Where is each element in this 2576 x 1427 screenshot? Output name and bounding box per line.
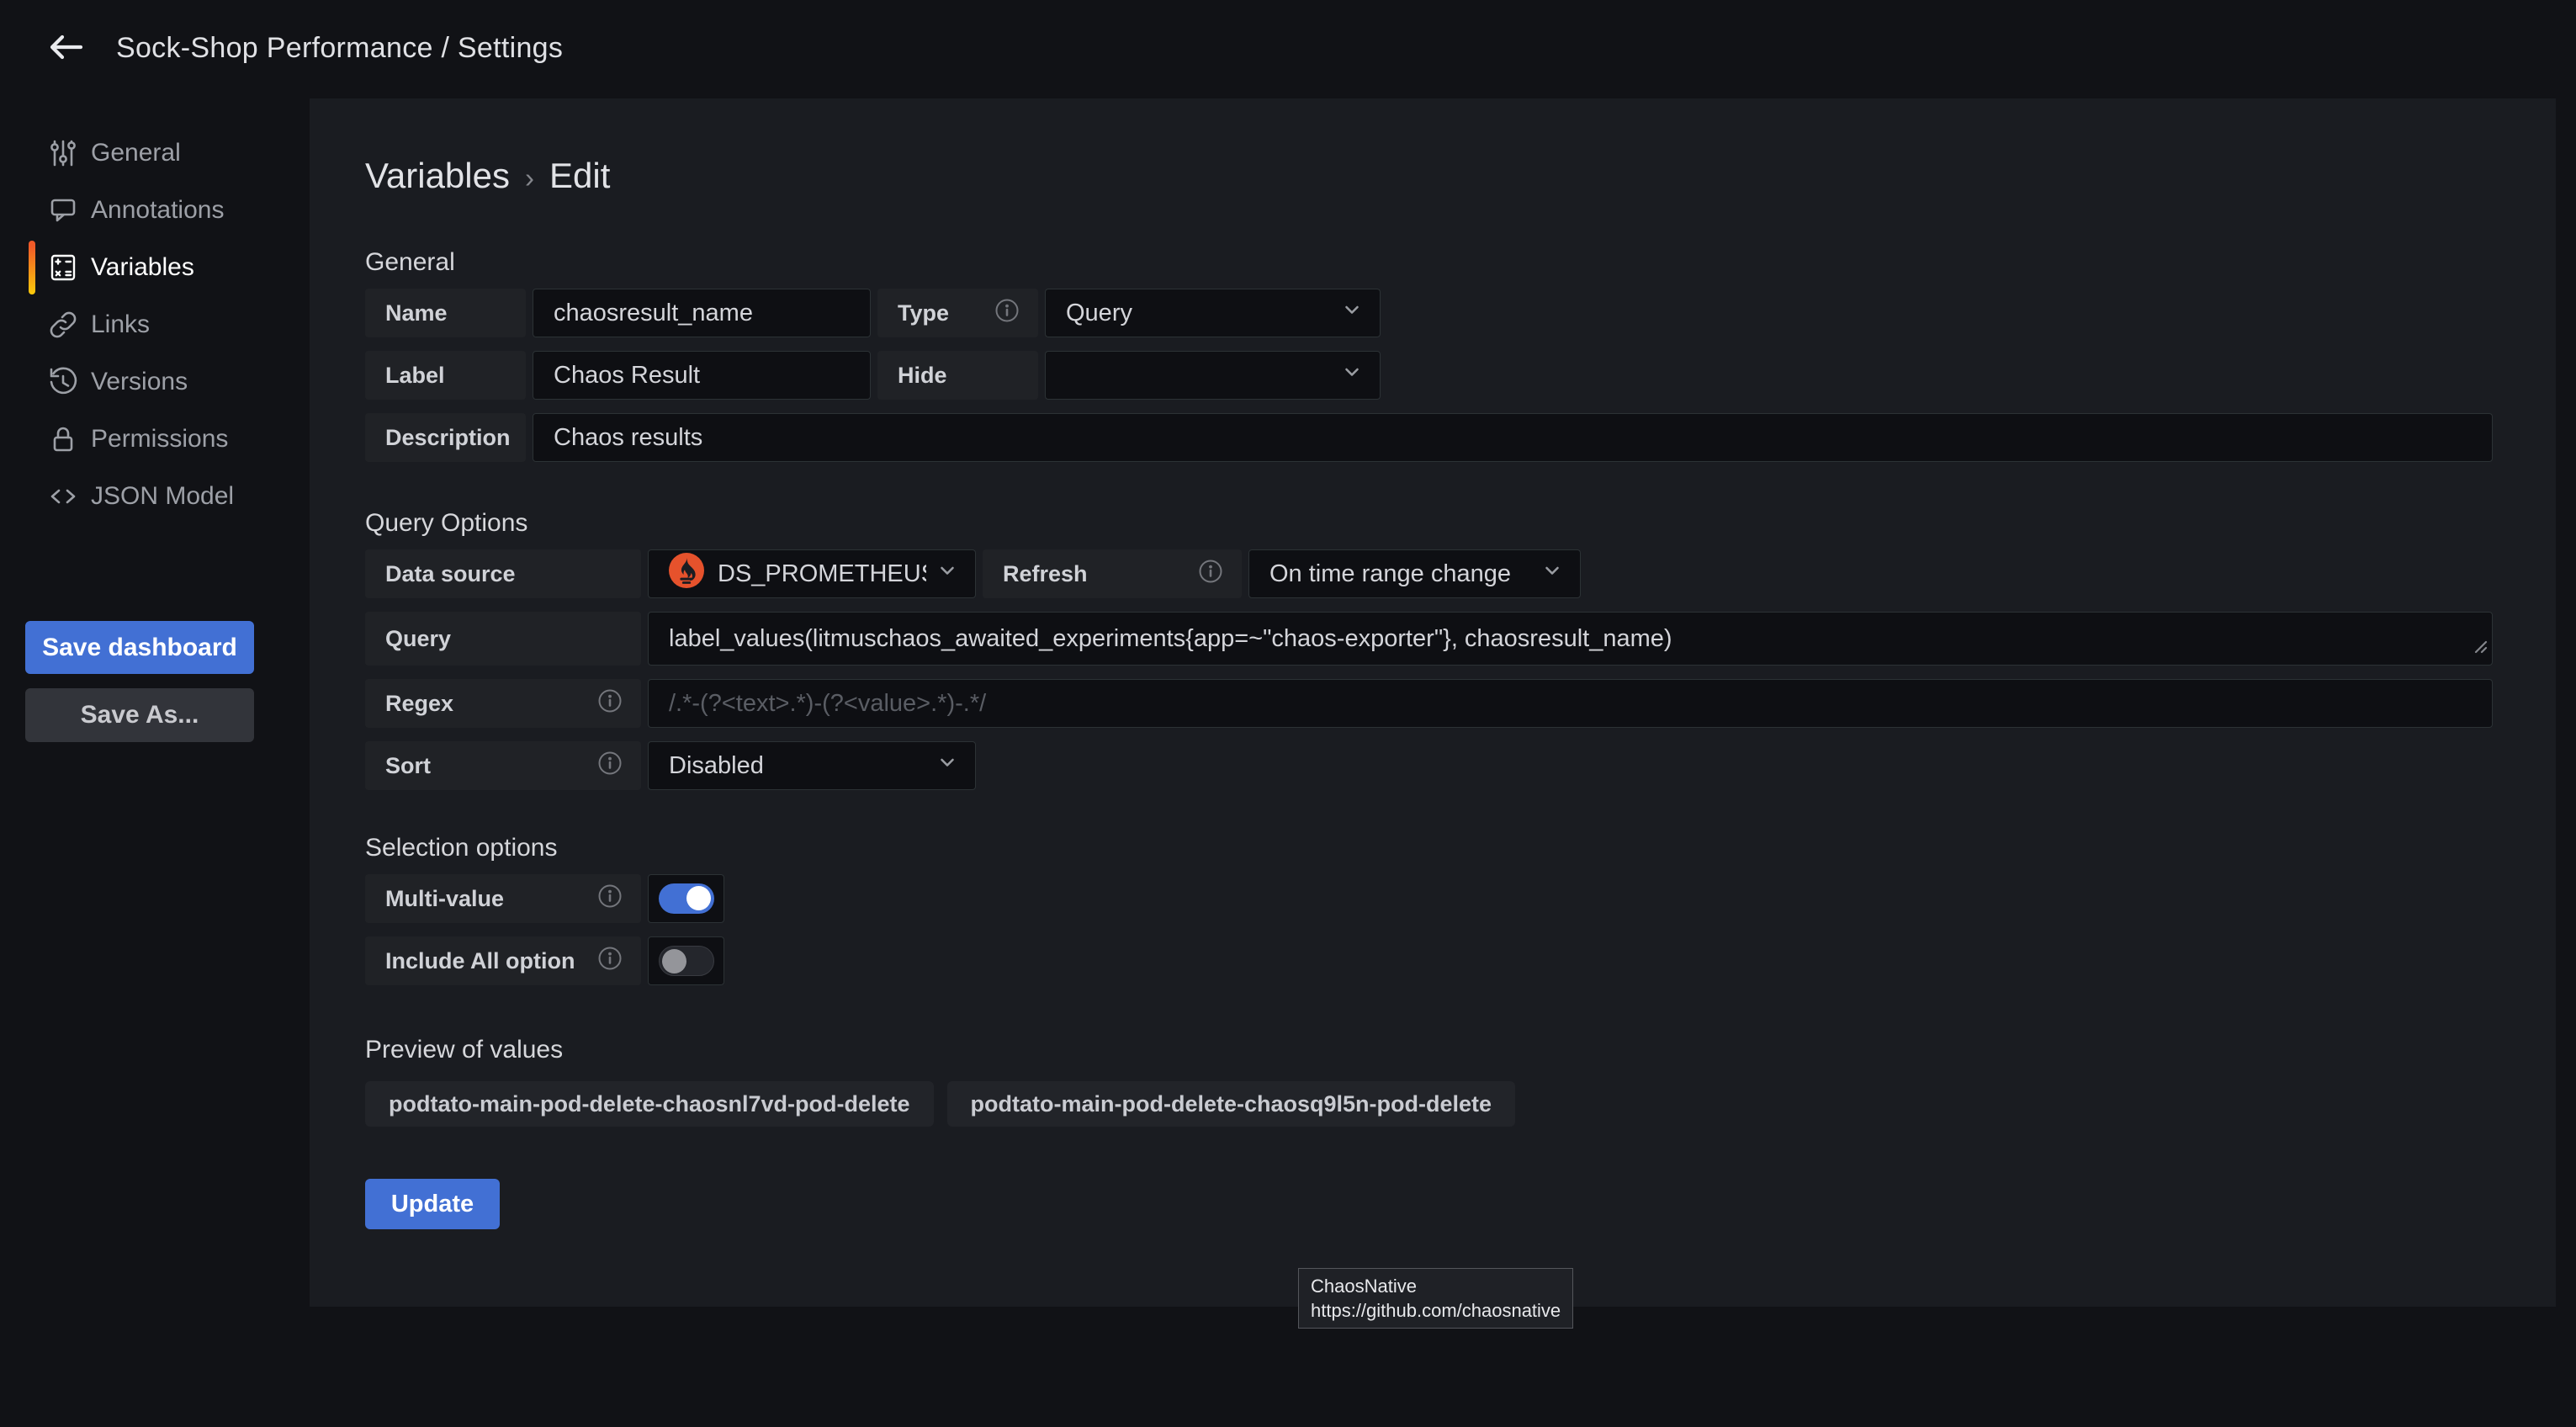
sidebar-item-general[interactable]: General [0, 125, 310, 182]
chevron-down-icon [1541, 560, 1563, 588]
sort-row: Sort Disabled [365, 741, 2493, 790]
sidebar-item-label: Variables [91, 253, 194, 282]
sidebar-item-permissions[interactable]: Permissions [0, 411, 310, 468]
multi-value-row: Multi-value [365, 874, 2493, 923]
history-icon [46, 365, 80, 399]
preview-value-pill: podtato-main-pod-delete-chaosnl7vd-pod-d… [365, 1081, 934, 1127]
chevron-down-icon [936, 560, 958, 588]
preview-value-pill: podtato-main-pod-delete-chaosq9l5n-pod-d… [947, 1081, 1516, 1127]
calculator-icon [46, 251, 80, 284]
sidebar-item-label: JSON Model [91, 482, 234, 511]
preview-values: podtato-main-pod-delete-chaosnl7vd-pod-d… [365, 1081, 2493, 1127]
info-icon [597, 688, 623, 719]
type-label: Type [877, 289, 1038, 337]
breadcrumb-section: Variables [365, 156, 510, 196]
save-as-button[interactable]: Save As... [25, 688, 254, 742]
chevron-down-icon [1341, 299, 1363, 327]
tooltip-title: ChaosNative [1311, 1274, 1561, 1298]
type-select[interactable]: Query [1045, 289, 1381, 337]
breadcrumb-separator: › [525, 162, 534, 194]
sidebar-item-label: Versions [91, 368, 188, 396]
chevron-down-icon [1341, 361, 1363, 390]
data-source-select[interactable]: DS_PROMETHEUS [648, 549, 976, 598]
resize-handle-icon[interactable] [2469, 633, 2488, 660]
sliders-icon [46, 136, 80, 170]
sidebar-item-label: Annotations [91, 196, 224, 225]
query-row: Query [365, 612, 2493, 666]
include-all-row: Include All option [365, 936, 2493, 985]
lock-icon [46, 422, 80, 456]
regex-row: Regex [365, 679, 2493, 728]
name-input[interactable] [533, 289, 871, 337]
regex-label: Regex [365, 679, 641, 728]
sidebar-item-versions[interactable]: Versions [0, 353, 310, 411]
breadcrumb-page: Edit [549, 156, 610, 196]
regex-input[interactable] [648, 679, 2493, 728]
hide-select[interactable] [1045, 351, 1381, 400]
info-icon [1198, 559, 1223, 590]
description-row: Description [365, 413, 2493, 462]
update-button[interactable]: Update [365, 1179, 500, 1229]
sidebar-item-label: Permissions [91, 425, 228, 454]
description-input[interactable] [533, 413, 2493, 462]
name-type-row: Name Type Query [365, 289, 2493, 337]
multi-value-label: Multi-value [365, 874, 641, 923]
sidebar-item-links[interactable]: Links [0, 296, 310, 353]
sidebar-item-label: General [91, 139, 181, 167]
preview-heading: Preview of values [365, 1036, 2493, 1064]
info-icon [597, 946, 623, 977]
info-icon [597, 751, 623, 782]
sidebar-item-label: Links [91, 310, 150, 339]
query-input[interactable] [648, 612, 2493, 666]
link-icon [46, 308, 80, 342]
sort-label: Sort [365, 741, 641, 790]
data-source-label: Data source [365, 549, 641, 598]
comment-icon [46, 194, 80, 227]
refresh-label: Refresh [983, 549, 1242, 598]
settings-nav: General Annotations Variables [0, 125, 310, 525]
code-icon [46, 480, 80, 513]
tooltip-url: https://github.com/chaosnative [1311, 1298, 1561, 1323]
sidebar-item-json-model[interactable]: JSON Model [0, 468, 310, 525]
hide-label: Hide [877, 351, 1038, 400]
chevron-down-icon [936, 751, 958, 780]
settings-panel: Variables › Edit General Name Type Query… [310, 98, 2556, 1307]
breadcrumb: Variables › Edit [365, 98, 2493, 196]
description-label: Description [365, 413, 526, 462]
label-label: Label [365, 351, 526, 400]
general-heading: General [365, 248, 2493, 277]
name-label: Name [365, 289, 526, 337]
sidebar-item-variables[interactable]: Variables [0, 239, 310, 296]
info-icon [597, 883, 623, 915]
prometheus-icon [669, 553, 704, 595]
label-input[interactable] [533, 351, 871, 400]
page-title: Sock-Shop Performance / Settings [116, 32, 563, 65]
arrow-left-icon [44, 29, 87, 68]
back-button[interactable] [39, 24, 93, 73]
datasource-refresh-row: Data source DS_PROMETHEUS Refresh On tim… [365, 549, 2493, 598]
query-label: Query [365, 612, 641, 666]
sidebar-item-annotations[interactable]: Annotations [0, 182, 310, 239]
multi-value-toggle[interactable] [648, 874, 724, 923]
top-header: Sock-Shop Performance / Settings [0, 0, 2576, 97]
include-all-toggle[interactable] [648, 936, 724, 985]
info-icon [994, 298, 1020, 329]
selection-options-heading: Selection options [365, 834, 2493, 862]
query-options-heading: Query Options [365, 509, 2493, 538]
sort-select[interactable]: Disabled [648, 741, 976, 790]
label-hide-row: Label Hide [365, 351, 2493, 400]
include-all-label: Include All option [365, 936, 641, 985]
save-dashboard-button[interactable]: Save dashboard [25, 621, 254, 674]
settings-sidebar: General Annotations Variables [0, 97, 310, 1427]
chaosnative-tooltip: ChaosNative https://github.com/chaosnati… [1298, 1268, 1573, 1329]
refresh-select[interactable]: On time range change [1248, 549, 1581, 598]
